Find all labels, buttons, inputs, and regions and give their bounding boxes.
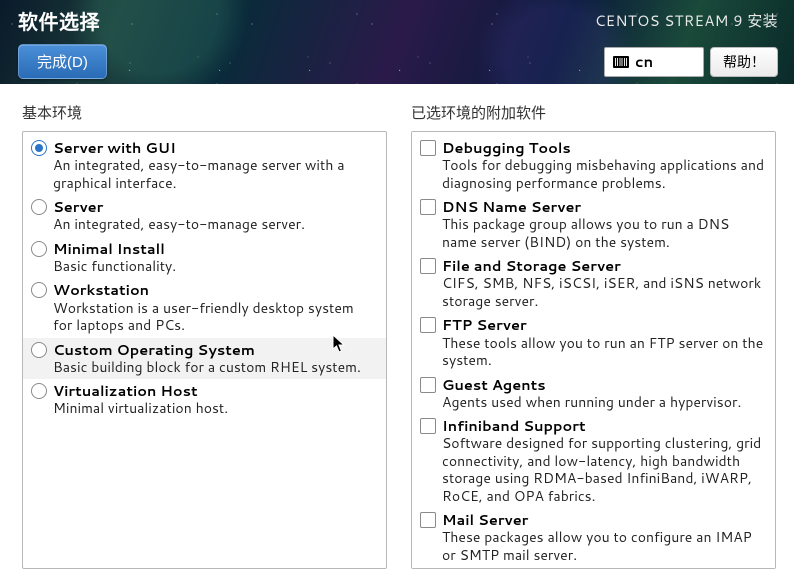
checkbox[interactable]	[420, 199, 436, 215]
option-desc: Tools for debugging misbehaving applicat…	[442, 157, 765, 192]
addon-option[interactable]: Guest AgentsAgents used when running und…	[412, 373, 775, 415]
addon-option[interactable]: DNS Name ServerThis package group allows…	[412, 195, 775, 254]
env-option[interactable]: Custom Operating SystemBasic building bl…	[23, 338, 386, 380]
env-option[interactable]: Minimal InstallBasic functionality.	[23, 237, 386, 279]
addon-option[interactable]: Network File System Client	[412, 567, 775, 569]
checkbox[interactable]	[420, 317, 436, 333]
option-title: Workstation	[53, 281, 376, 299]
option-desc: Agents used when running under a hypervi…	[442, 394, 765, 412]
radio-button[interactable]	[31, 342, 47, 358]
option-title: Custom Operating System	[53, 341, 376, 359]
option-desc: Workstation is a user-friendly desktop s…	[53, 300, 376, 335]
page-title: 软件选择	[18, 6, 100, 36]
help-button[interactable]: 帮助！	[710, 47, 778, 77]
keyboard-icon	[613, 56, 629, 68]
option-desc: Software designed for supporting cluster…	[442, 435, 765, 505]
checkbox[interactable]	[420, 418, 436, 434]
option-desc: These tools allow you to run an FTP serv…	[442, 335, 765, 370]
content-area: 基本环境 Server with GUIAn integrated, easy-…	[0, 84, 794, 577]
option-desc: Minimal virtualization host.	[53, 400, 376, 418]
installer-label: CENTOS STREAM 9 安装	[595, 10, 778, 31]
addon-option[interactable]: Mail ServerThese packages allow you to c…	[412, 508, 775, 567]
radio-button[interactable]	[31, 140, 47, 156]
option-desc: This package group allows you to run a D…	[442, 216, 765, 251]
base-env-list[interactable]: Server with GUIAn integrated, easy-to-ma…	[22, 131, 387, 569]
header-bar: 软件选择 CENTOS STREAM 9 安装 完成(D) cn 帮助！	[0, 0, 794, 84]
radio-button[interactable]	[31, 199, 47, 215]
option-desc: Basic functionality.	[53, 258, 376, 276]
option-desc: An integrated, easy-to-manage server wit…	[53, 157, 376, 192]
base-env-label: 基本环境	[22, 102, 387, 123]
checkbox[interactable]	[420, 140, 436, 156]
addons-list[interactable]: Debugging ToolsTools for debugging misbe…	[411, 131, 776, 569]
option-title: Guest Agents	[442, 376, 765, 394]
env-option[interactable]: WorkstationWorkstation is a user-friendl…	[23, 278, 386, 337]
addons-label: 已选环境的附加软件	[411, 102, 776, 123]
checkbox[interactable]	[420, 258, 436, 274]
addon-option[interactable]: File and Storage ServerCIFS, SMB, NFS, i…	[412, 254, 775, 313]
addon-option[interactable]: Infiniband SupportSoftware designed for …	[412, 414, 775, 508]
addon-option[interactable]: FTP ServerThese tools allow you to run a…	[412, 313, 775, 372]
option-desc: CIFS, SMB, NFS, iSCSI, iSER, and iSNS ne…	[442, 275, 765, 310]
option-title: FTP Server	[442, 316, 765, 334]
done-button[interactable]: 完成(D)	[18, 44, 107, 79]
radio-button[interactable]	[31, 241, 47, 257]
checkbox[interactable]	[420, 377, 436, 393]
radio-button[interactable]	[31, 383, 47, 399]
env-option[interactable]: Virtualization HostMinimal virtualizatio…	[23, 379, 386, 421]
option-desc: Basic building block for a custom RHEL s…	[53, 359, 376, 377]
keyboard-layout-code: cn	[635, 51, 653, 72]
option-desc: An integrated, easy-to-manage server.	[53, 216, 376, 234]
keyboard-layout-selector[interactable]: cn	[604, 47, 704, 77]
checkbox[interactable]	[420, 512, 436, 528]
radio-button[interactable]	[31, 282, 47, 298]
option-desc: These packages allow you to configure an…	[442, 529, 765, 564]
addon-option[interactable]: Debugging ToolsTools for debugging misbe…	[412, 136, 775, 195]
env-option[interactable]: Server with GUIAn integrated, easy-to-ma…	[23, 136, 386, 195]
env-option[interactable]: ServerAn integrated, easy-to-manage serv…	[23, 195, 386, 237]
